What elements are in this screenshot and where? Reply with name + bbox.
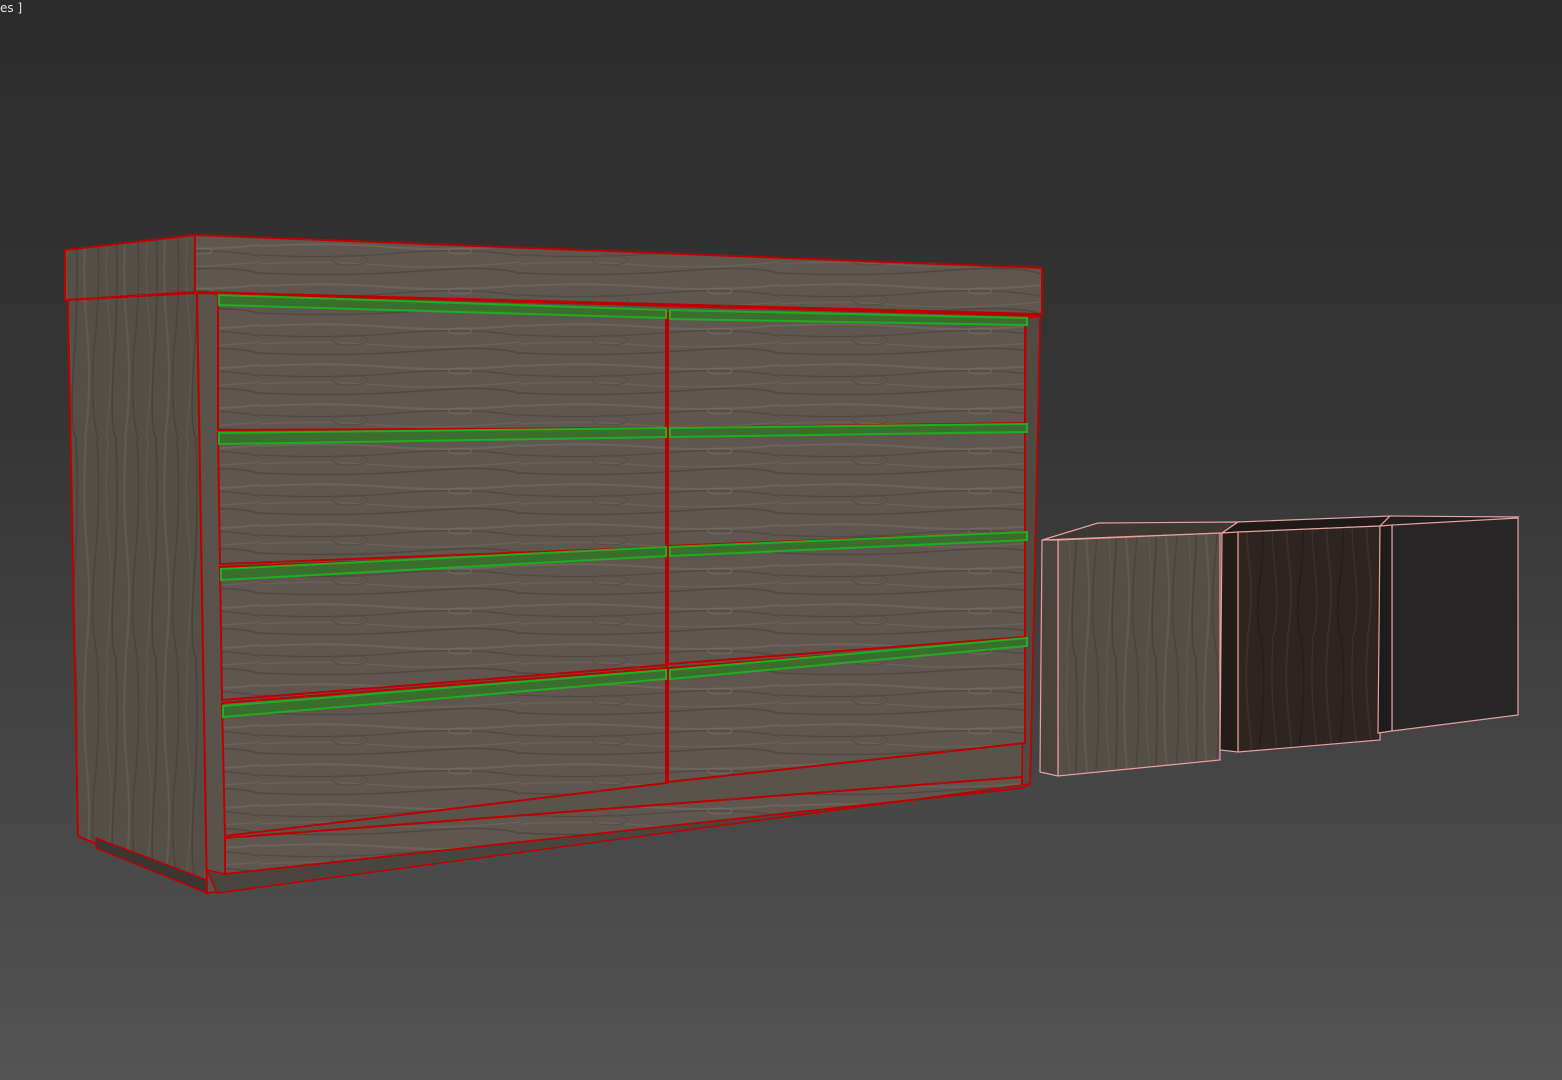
sample-side (1039, 539, 1059, 777)
sample-front (1057, 532, 1221, 777)
sample-side (1377, 524, 1393, 734)
material-sample-black[interactable] (1377, 515, 1520, 734)
dresser[interactable] (64, 233, 1043, 895)
material-sample-dark-wood[interactable] (1219, 515, 1392, 753)
sample-front (1391, 517, 1519, 732)
sample-front (1237, 525, 1381, 753)
scene-3d[interactable] (0, 0, 1562, 1080)
dresser-left-side (66, 291, 209, 895)
drawer-front (216, 429, 667, 566)
drawer-front (667, 311, 1026, 430)
viewport-perspective[interactable]: es ] (0, 0, 1562, 1080)
drawer-front (667, 424, 1026, 548)
sample-side (1219, 531, 1239, 753)
dresser-top-side (64, 233, 196, 302)
material-sample-light-wood[interactable] (1039, 521, 1240, 777)
